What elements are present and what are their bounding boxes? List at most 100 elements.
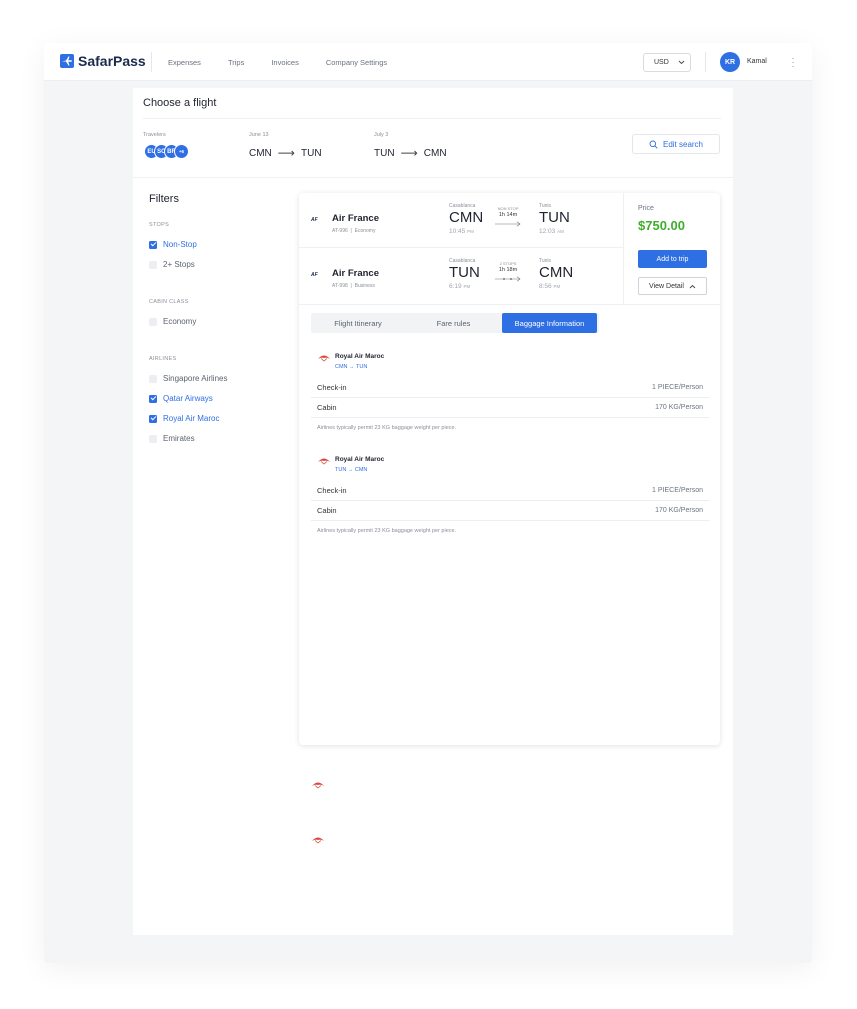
currency-select[interactable]: USD <box>643 53 691 72</box>
arrow-with-stops-icon <box>495 276 521 282</box>
baggage-allowance: 1 PIECE/Person <box>652 487 703 494</box>
user-avatar[interactable]: KR <box>720 52 740 72</box>
safarpass-logo[interactable]: SafarPass <box>60 53 146 69</box>
filter-royal-air-maroc[interactable]: Royal Air Maroc <box>149 414 279 423</box>
checkbox[interactable] <box>149 317 157 326</box>
departure-code: CMN <box>449 209 484 226</box>
outbound-date: June 13 <box>249 132 269 138</box>
air-france-logo-icon: AF <box>311 272 318 278</box>
checkbox[interactable] <box>149 260 157 269</box>
filter-label: Emirates <box>163 434 195 443</box>
filter-singapore-airlines[interactable]: Singapore Airlines <box>149 374 279 383</box>
baggage-allowance: 170 KG/Person <box>655 404 703 411</box>
currency-value: USD <box>654 59 669 66</box>
tab-fare-rules[interactable]: Fare rules <box>405 313 502 333</box>
logo-text: SafarPass <box>78 53 146 69</box>
baggage-row: Cabin 170 KG/Person <box>311 501 709 521</box>
filter-emirates[interactable]: Emirates <box>149 434 279 443</box>
filter-non-stop[interactable]: Non-Stop <box>149 240 279 249</box>
tab-flight-itinerary[interactable]: Flight Itinerary <box>311 313 405 333</box>
detail-tabs: Flight Itinerary Fare rules Baggage Info… <box>311 313 599 333</box>
baggage-airline: Royal Air Maroc <box>335 456 385 463</box>
baggage-row: Cabin 170 KG/Person <box>311 398 709 418</box>
filter-label: 2+ Stops <box>163 260 195 269</box>
view-detail-button[interactable]: View Detail <box>638 277 707 295</box>
baggage-route: CMN → TUN <box>335 364 368 370</box>
nav-expenses[interactable]: Expenses <box>168 58 201 67</box>
checkbox[interactable] <box>149 434 157 443</box>
royal-air-maroc-logo-icon <box>318 458 330 465</box>
flight-leg-outbound: AF Air France AT-996 | Economy Casablanc… <box>299 193 623 248</box>
flight-meta: AT-998 | Business <box>332 283 375 289</box>
filters-title: Filters <box>149 193 179 205</box>
checkbox-checked[interactable] <box>149 240 157 249</box>
departure-time: 6:19 PM <box>449 283 471 290</box>
baggage-note: Airlines typically permit 23 KG baggage … <box>317 528 457 534</box>
baggage-type: Check-in <box>317 383 347 392</box>
arrow-right-icon: ⟶ <box>400 146 418 160</box>
chevron-up-icon <box>689 284 696 288</box>
checkbox-checked[interactable] <box>149 394 157 403</box>
baggage-note: Airlines typically permit 23 KG baggage … <box>317 425 457 431</box>
royal-air-maroc-logo-icon <box>318 355 330 362</box>
plane-logo-icon <box>60 54 74 68</box>
royal-air-maroc-logo-icon <box>312 782 324 789</box>
nav-invoices[interactable]: Invoices <box>271 58 299 67</box>
flight-meta: AT-996 | Economy <box>332 228 376 234</box>
duration: 1h 18m <box>498 267 518 273</box>
stops-label: NON STOP <box>497 206 519 211</box>
filter-economy[interactable]: Economy <box>149 317 279 326</box>
edit-search-button[interactable]: Edit search <box>632 134 720 154</box>
main-nav: Expenses Trips Invoices Company Settings <box>168 43 387 81</box>
baggage-header: Royal Air Maroc TUN → CMN <box>311 453 709 481</box>
stops-label: 2 STOPS <box>499 261 517 266</box>
baggage-block: Royal Air Maroc CMN → TUN Check-in 1 PIEC… <box>311 350 709 431</box>
arrival-time: 12:03 AM <box>539 228 564 235</box>
filter-label: Economy <box>163 317 197 326</box>
filter-section-stops: STOPS <box>149 222 170 228</box>
edit-search-label: Edit search <box>662 139 704 149</box>
stop-info: 2 STOPS 1h 18m <box>495 261 521 282</box>
baggage-airline: Royal Air Maroc <box>335 353 385 360</box>
filter-qatar-airways[interactable]: Qatar Airways <box>149 394 279 403</box>
divider <box>143 118 721 119</box>
user-name[interactable]: Kamal <box>747 58 767 65</box>
baggage-type: Check-in <box>317 486 347 495</box>
baggage-block: Royal Air Maroc TUN → CMN Check-in 1 PIEC… <box>311 453 709 534</box>
airline-name: Air France <box>332 268 379 279</box>
nav-company-settings[interactable]: Company Settings <box>326 58 387 67</box>
more-vertical-icon[interactable]: · · · <box>791 54 795 71</box>
baggage-row: Check-in 1 PIECE/Person <box>311 378 709 398</box>
filter-2-plus-stops[interactable]: 2+ Stops <box>149 260 279 269</box>
checkbox-checked[interactable] <box>149 414 157 423</box>
arrow-right-icon <box>495 221 521 227</box>
filter-section-cabin: CABIN CLASS <box>149 299 189 305</box>
edit-search-icon <box>649 140 658 149</box>
price-value: $750.00 <box>638 218 685 233</box>
origin-code: CMN <box>249 147 272 159</box>
add-to-trip-button[interactable]: Add to trip <box>638 250 707 268</box>
destination-code: TUN <box>300 147 322 159</box>
tab-baggage-information[interactable]: Baggage Information <box>502 313 597 333</box>
price-box: Price $750.00 Add to trip View Detail <box>623 193 720 304</box>
arrival-time: 8:56 PM <box>539 283 561 290</box>
outbound-route: CMN ⟶ TUN <box>249 146 322 160</box>
nav-trips[interactable]: Trips <box>228 58 244 67</box>
more-travelers-badge[interactable]: +6 <box>174 144 189 159</box>
air-france-logo-icon: AF <box>311 217 318 223</box>
main-panel: Choose a flight Travelers EU SO BR +6 Ju… <box>133 88 733 935</box>
baggage-type: Cabin <box>317 403 337 412</box>
filter-label: Singapore Airlines <box>163 374 228 383</box>
divider <box>151 52 152 72</box>
price-label: Price <box>638 205 654 212</box>
checkbox[interactable] <box>149 374 157 383</box>
origin-code: TUN <box>374 147 395 159</box>
filter-label: Royal Air Maroc <box>163 414 220 423</box>
return-route: TUN ⟶ CMN <box>374 146 447 160</box>
baggage-allowance: 170 KG/Person <box>655 507 703 514</box>
traveler-avatars[interactable]: EU SO BR +6 <box>144 144 189 159</box>
search-summary: Choose a flight Travelers EU SO BR +6 Ju… <box>133 88 733 178</box>
destination-code: CMN <box>423 147 447 159</box>
baggage-row: Check-in 1 PIECE/Person <box>311 481 709 501</box>
stop-info: NON STOP 1h 14m <box>495 206 521 227</box>
